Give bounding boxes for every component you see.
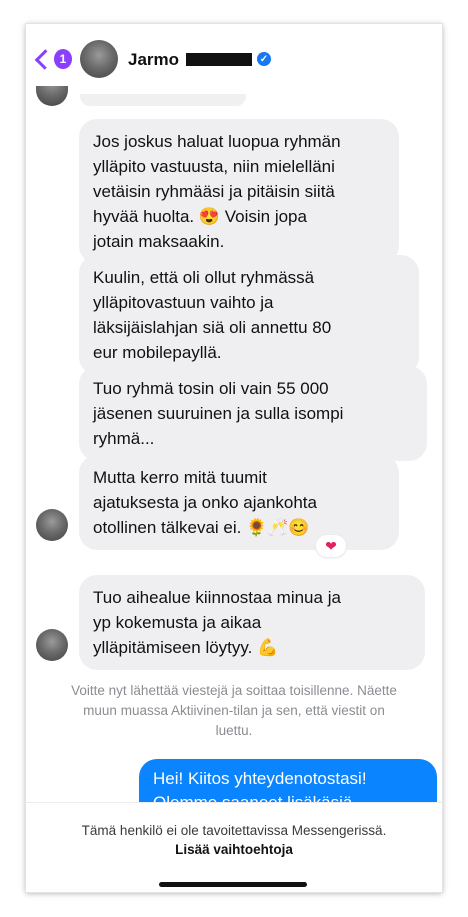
message-bubble-incoming[interactable]: Kuulin, että oli ollut ryhmässä ylläpito… — [79, 255, 419, 375]
chevron-left-icon — [34, 48, 56, 70]
unavailable-footer: Tämä henkilö ei ole tavoitettavissa Mess… — [26, 802, 442, 892]
contact-name[interactable]: Jarmo — [128, 50, 179, 70]
message-text: Jos joskus haluat luopua ryhmän ylläpito… — [93, 132, 341, 251]
message-text: Tuo ryhmä tosin oli vain 55 000 jäsenen … — [93, 379, 344, 448]
contact-avatar[interactable] — [36, 629, 68, 661]
message-bubble-incoming[interactable]: Jos joskus haluat luopua ryhmän ylläpito… — [79, 119, 399, 264]
unread-count-badge: 1 — [53, 49, 72, 69]
message-bubble-incoming[interactable]: Tuo ryhmä tosin oli vain 55 000 jäsenen … — [79, 366, 427, 461]
contact-avatar[interactable] — [80, 40, 118, 78]
unavailable-notice: Tämä henkilö ei ole tavoitettavissa Mess… — [81, 823, 387, 838]
message-text: Mutta kerro mitä tuumit ajatuksesta ja o… — [93, 468, 317, 537]
message-bubble-incoming[interactable]: Mutta kerro mitä tuumit ajatuksesta ja o… — [79, 455, 399, 550]
home-indicator[interactable] — [159, 882, 307, 887]
message-text: Tuo aihealue kiinnostaa minua ja yp koke… — [93, 588, 341, 657]
verified-badge-icon: ✓ — [257, 52, 271, 66]
more-options-link[interactable]: Lisää vaihtoehtoja — [34, 842, 434, 857]
redacted-surname — [186, 53, 252, 66]
message-bubble-incoming[interactable]: Tuo aihealue kiinnostaa minua ja yp koke… — [79, 575, 425, 670]
heart-reaction-icon[interactable]: ❤ — [316, 535, 346, 557]
contact-avatar[interactable] — [36, 509, 68, 541]
chat-header: 1 Jarmo ✓ — [26, 24, 442, 86]
message-bubble-partial — [80, 94, 246, 106]
message-text: Kuulin, että oli ollut ryhmässä ylläpito… — [93, 268, 332, 362]
messenger-screen: 1 Jarmo ✓ Jos joskus haluat luopua ryhmä… — [26, 24, 442, 892]
back-button[interactable]: 1 — [32, 46, 72, 72]
system-notice: Voitte nyt lähettää viestejä ja soittaa … — [71, 683, 397, 738]
